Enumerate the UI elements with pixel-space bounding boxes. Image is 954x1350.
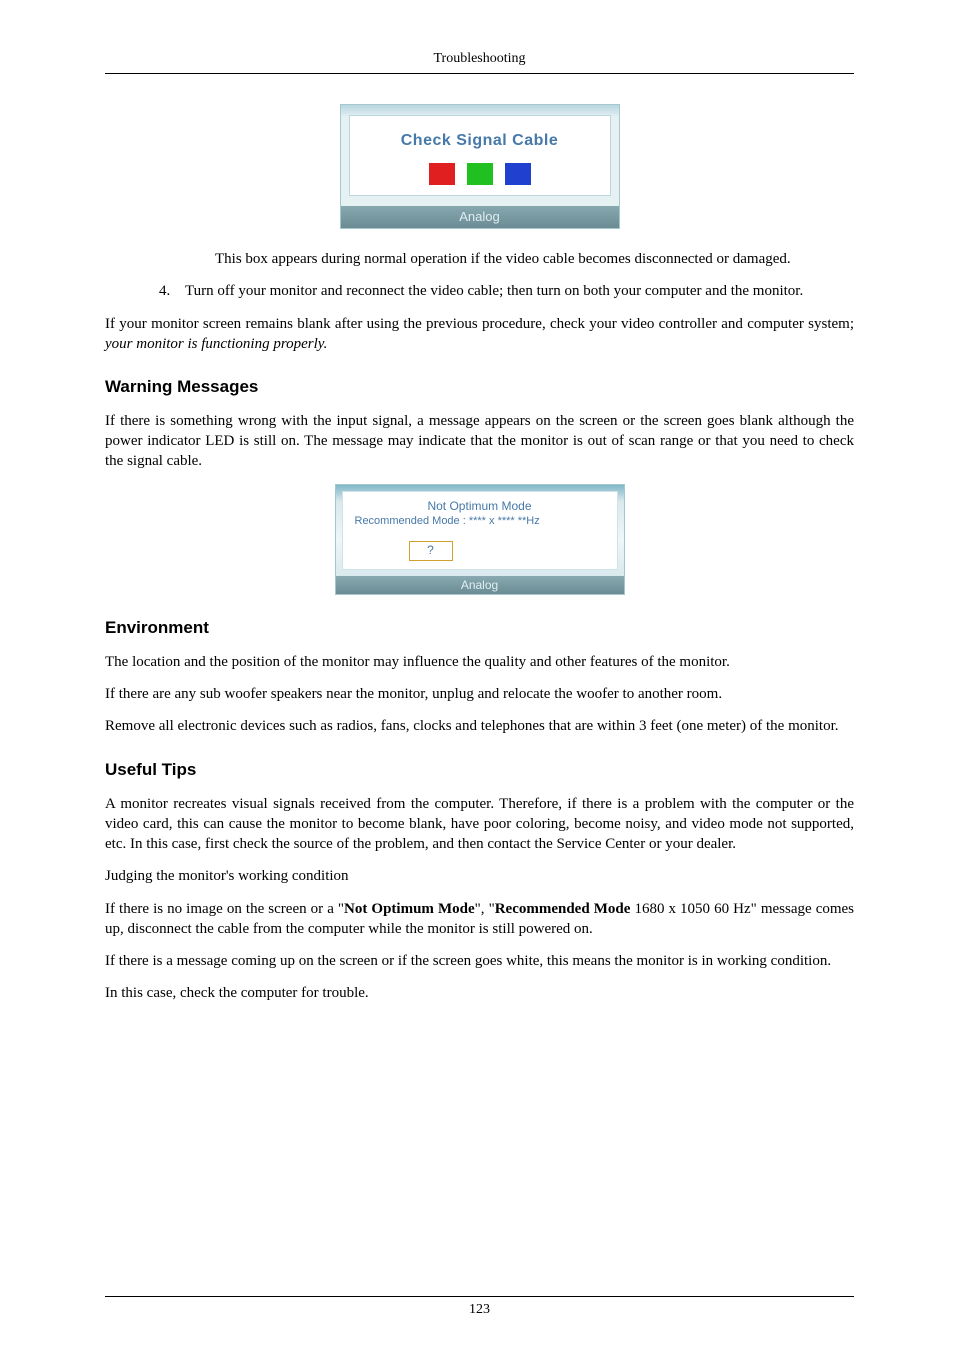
warning-paragraph: If there is something wrong with the inp…: [105, 411, 854, 472]
blue-square-icon: [505, 163, 531, 185]
figure2-footer: Analog: [336, 576, 624, 594]
figure1-footer: Analog: [341, 206, 619, 228]
tips-p1: A monitor recreates visual signals recei…: [105, 794, 854, 855]
figure2-line1: Not Optimum Mode: [349, 498, 611, 514]
figure-not-optimum: Not Optimum Mode Recommended Mode : ****…: [105, 484, 854, 595]
figure1-rgb-squares: [350, 163, 610, 185]
header-rule: [105, 73, 854, 74]
page-footer: 123: [105, 1289, 854, 1320]
list-item-marker: 4.: [159, 281, 185, 301]
env-p1: The location and the position of the mon…: [105, 652, 854, 672]
tips-p2: Judging the monitor's working condition: [105, 866, 854, 886]
figure1-caption: This box appears during normal operation…: [215, 249, 854, 269]
green-square-icon: [467, 163, 493, 185]
tips-p4: If there is a message coming up on the s…: [105, 951, 854, 971]
env-p2: If there are any sub woofer speakers nea…: [105, 684, 854, 704]
post-list-paragraph: If your monitor screen remains blank aft…: [105, 314, 854, 355]
tips-p3: If there is no image on the screen or a …: [105, 899, 854, 940]
figure2-line2: Recommended Mode : **** x **** **Hz: [349, 514, 611, 529]
tips-p5: In this case, check the computer for tro…: [105, 983, 854, 1003]
env-p3: Remove all electronic devices such as ra…: [105, 716, 854, 736]
figure1-title: Check Signal Cable: [350, 130, 610, 152]
heading-warning-messages: Warning Messages: [105, 376, 854, 399]
red-square-icon: [429, 163, 455, 185]
page-number: 123: [469, 1302, 490, 1317]
figure-check-signal: Check Signal Cable Analog: [105, 104, 854, 229]
list-item-4-text: Turn off your monitor and reconnect the …: [185, 283, 803, 299]
heading-environment: Environment: [105, 617, 854, 640]
heading-useful-tips: Useful Tips: [105, 759, 854, 782]
figure2-question-box: ?: [409, 541, 453, 561]
page-header: Troubleshooting: [105, 50, 854, 73]
list-item-4: 4.Turn off your monitor and reconnect th…: [185, 281, 854, 301]
